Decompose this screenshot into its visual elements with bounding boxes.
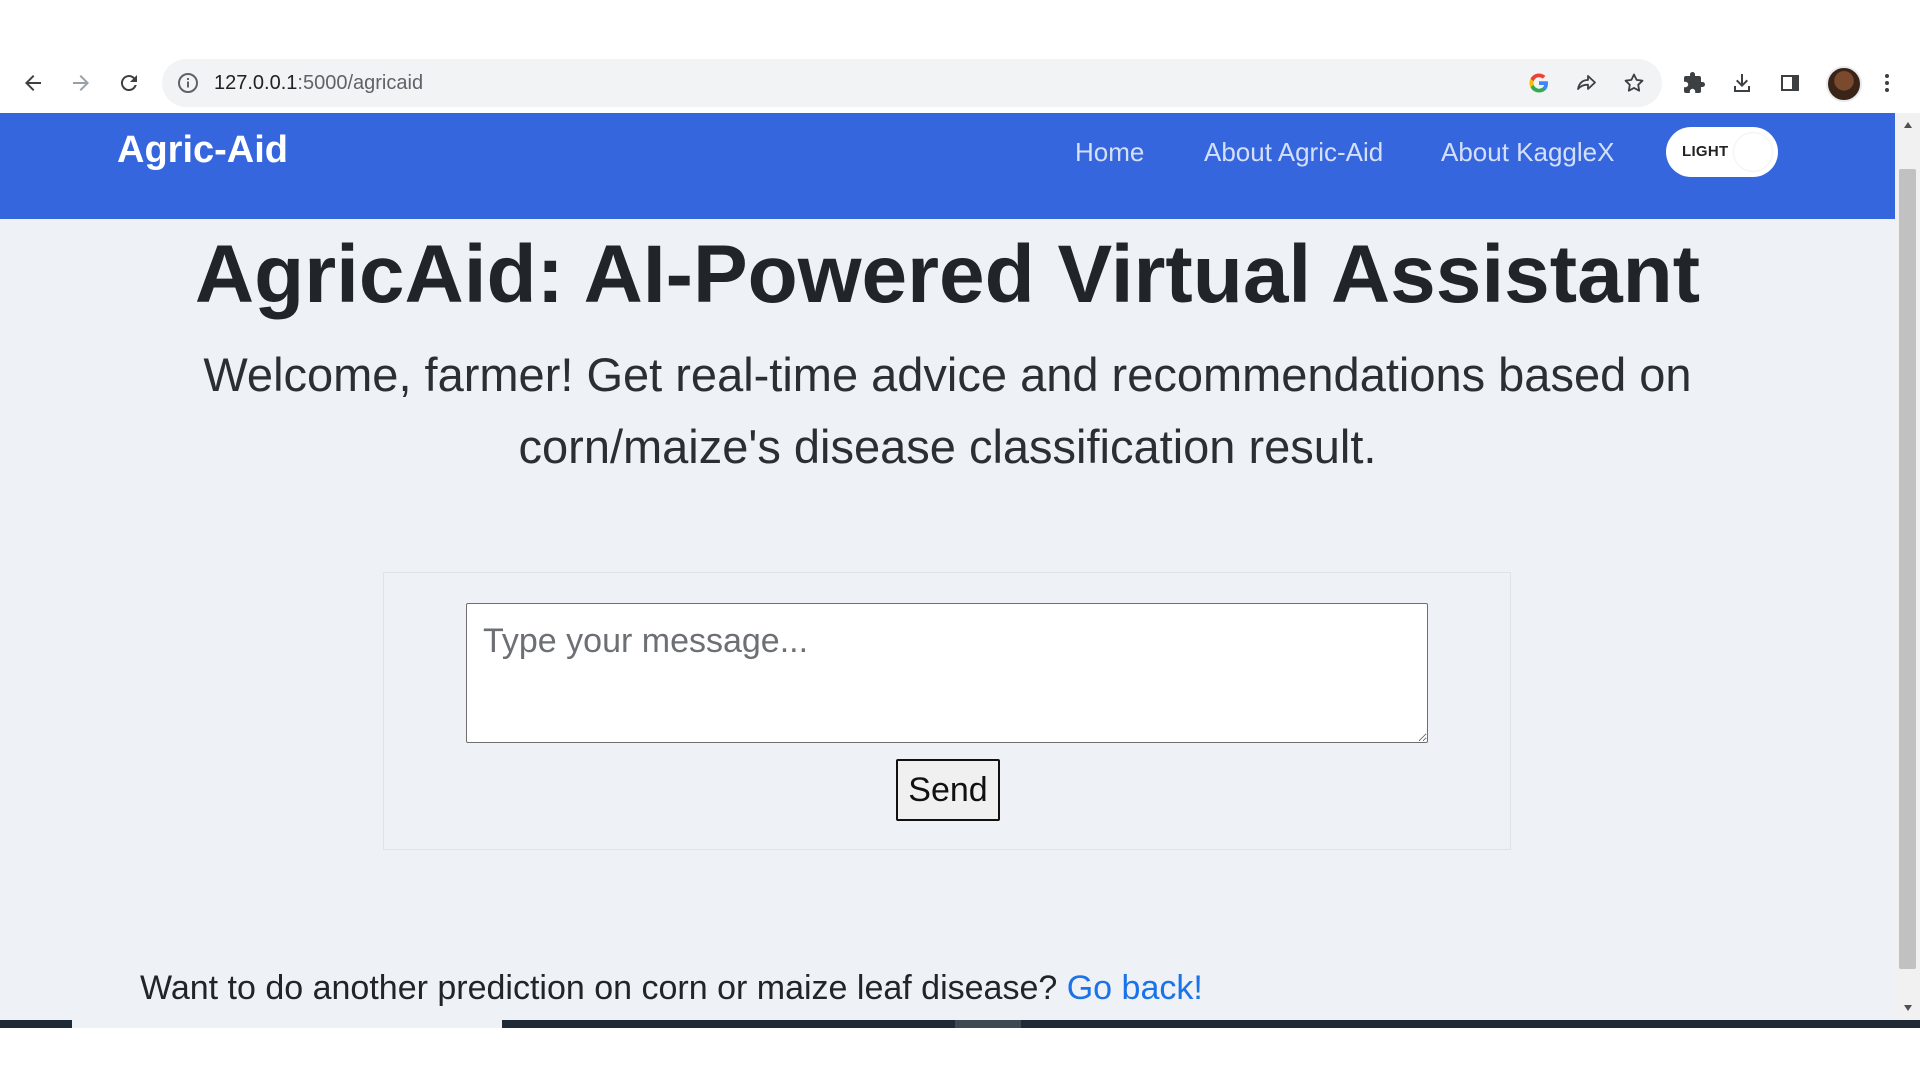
taskbar-segment <box>955 1020 1021 1028</box>
site-navbar: Agric-Aid Home About Agric-Aid About Kag… <box>0 113 1895 219</box>
screen-bottom <box>0 1028 1920 1080</box>
go-back-prompt: Want to do another prediction on corn or… <box>140 969 1203 1008</box>
nav-link-about-kagglex[interactable]: About KaggleX <box>1441 137 1614 168</box>
theme-toggle[interactable]: LIGHT <box>1666 127 1778 177</box>
go-back-link[interactable]: Go back! <box>1067 969 1203 1007</box>
page-viewport: Agric-Aid Home About Agric-Aid About Kag… <box>0 113 1895 1020</box>
chat-card: Send <box>383 572 1511 850</box>
google-lens-icon[interactable] <box>1527 71 1551 95</box>
browser-toolbar: 127.0.0.1:5000/agricaid <box>0 56 1920 110</box>
send-button[interactable]: Send <box>896 759 1000 821</box>
page-title: AgricAid: AI-Powered Virtual Assistant <box>194 229 1701 320</box>
extensions-icon[interactable] <box>1677 66 1711 100</box>
forward-arrow-icon[interactable] <box>64 66 98 100</box>
scroll-up-arrow-icon[interactable] <box>1895 113 1920 137</box>
page-subtitle: Welcome, farmer! Get real-time advice an… <box>203 348 1692 473</box>
scroll-down-arrow-icon[interactable] <box>1895 996 1920 1020</box>
browser-tab-strip <box>0 0 1920 56</box>
kebab-menu-icon[interactable] <box>1870 66 1904 100</box>
taskbar-segment <box>72 1020 502 1028</box>
os-taskbar-edge <box>0 1020 1920 1028</box>
brand-logo-text[interactable]: Agric-Aid <box>117 129 288 172</box>
profile-avatar[interactable] <box>1826 66 1862 102</box>
share-icon[interactable] <box>1574 71 1598 95</box>
url-text[interactable]: 127.0.0.1:5000/agricaid <box>214 72 423 95</box>
site-info-icon[interactable] <box>176 71 200 95</box>
back-arrow-icon[interactable] <box>16 66 50 100</box>
nav-link-home[interactable]: Home <box>1075 137 1144 168</box>
url-host: 127.0.0.1 <box>214 72 298 94</box>
reload-icon[interactable] <box>112 66 146 100</box>
url-path: :5000/agricaid <box>297 72 424 94</box>
theme-toggle-label: LIGHT <box>1682 143 1729 160</box>
nav-link-about-agric-aid[interactable]: About Agric-Aid <box>1204 137 1383 168</box>
download-icon[interactable] <box>1725 66 1759 100</box>
page-scrollbar[interactable] <box>1895 113 1920 1020</box>
address-bar[interactable]: 127.0.0.1:5000/agricaid <box>162 59 1662 107</box>
side-panel-icon[interactable] <box>1773 66 1807 100</box>
bookmark-star-icon[interactable] <box>1622 71 1646 95</box>
go-back-prompt-text: Want to do another prediction on corn or… <box>140 969 1058 1007</box>
message-input[interactable] <box>466 603 1428 743</box>
theme-toggle-knob <box>1734 133 1772 171</box>
scroll-thumb[interactable] <box>1899 169 1916 969</box>
